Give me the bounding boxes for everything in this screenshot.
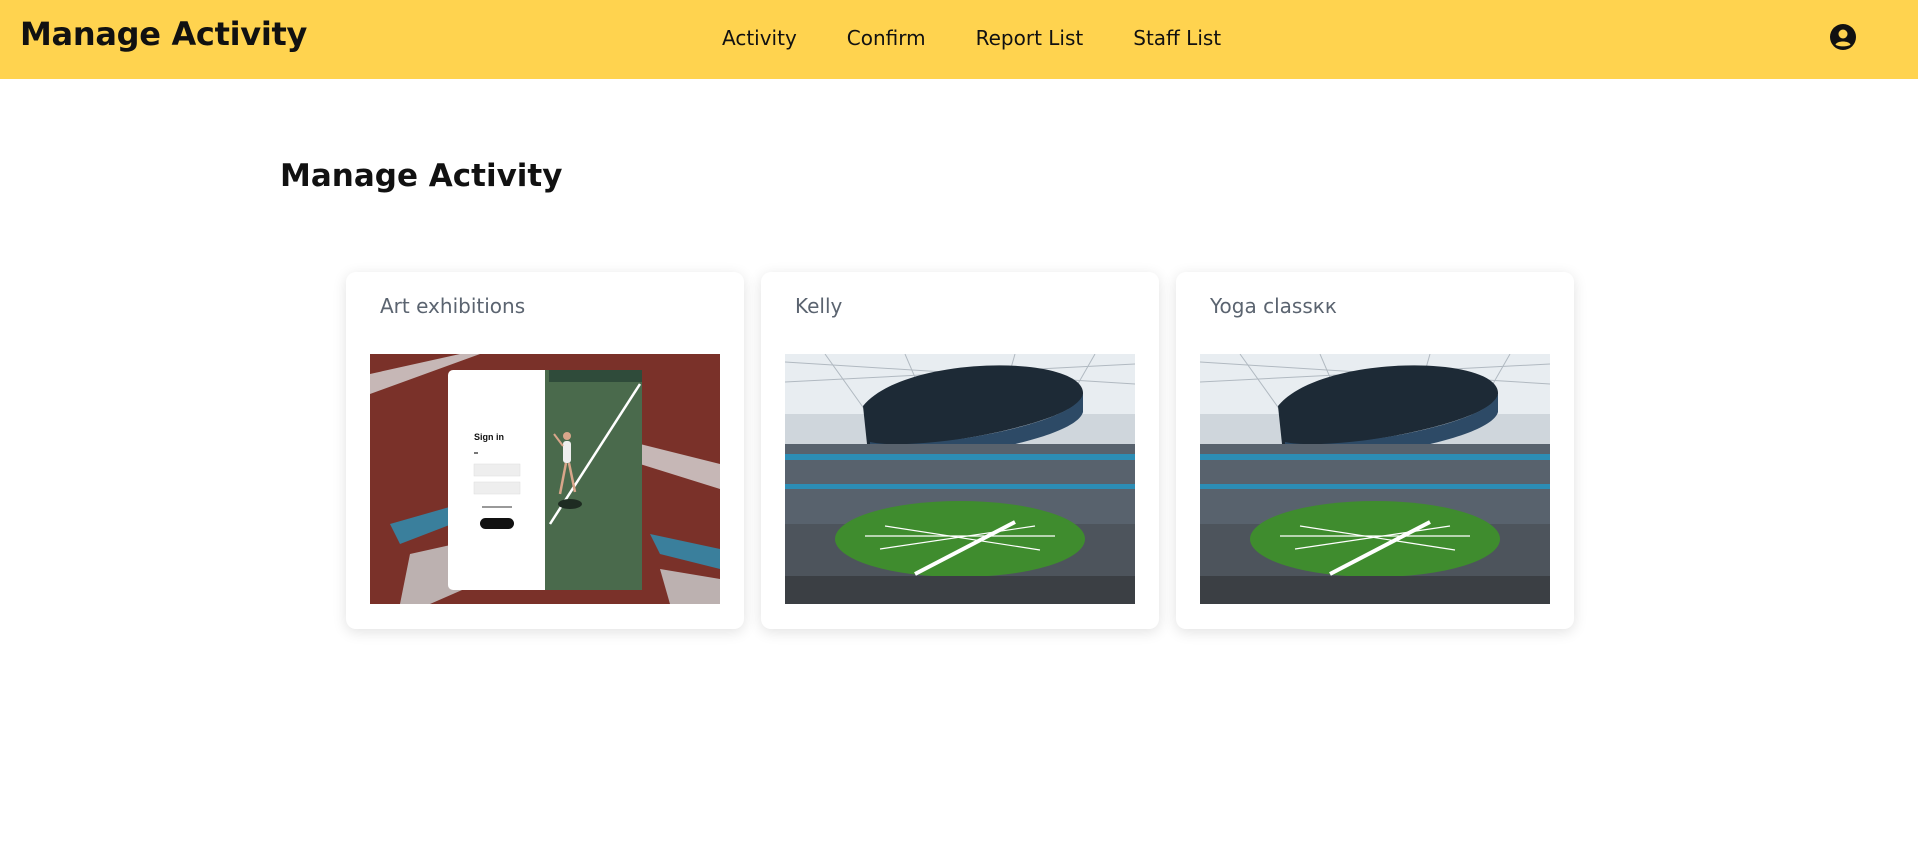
nav-report-list[interactable]: Report List xyxy=(976,24,1084,52)
activity-card-list: Art exhibitions Sign in Kelly Yoga class… xyxy=(346,272,1576,629)
nav-staff-list[interactable]: Staff List xyxy=(1133,24,1221,52)
activity-card[interactable]: Yoga classкк xyxy=(1176,272,1574,629)
activity-card-image xyxy=(785,354,1135,604)
user-circle-icon[interactable] xyxy=(1830,24,1856,50)
activity-card-image: Sign in xyxy=(370,354,720,604)
activity-card-title: Yoga classкк xyxy=(1210,294,1337,318)
nav-confirm[interactable]: Confirm xyxy=(847,24,926,52)
activity-card[interactable]: Art exhibitions Sign in xyxy=(346,272,744,629)
activity-card-title: Kelly xyxy=(795,294,843,318)
activity-card[interactable]: Kelly xyxy=(761,272,1159,629)
activity-card-image xyxy=(1200,354,1550,604)
page-title: Manage Activity xyxy=(280,158,563,194)
activity-card-title: Art exhibitions xyxy=(380,294,526,318)
app-title[interactable]: Manage Activity xyxy=(20,15,307,53)
thumbnail-sign-in-text: Sign in xyxy=(474,432,504,442)
main-nav: Activity Confirm Report List Staff List xyxy=(722,24,1271,52)
top-navbar: Manage Activity Activity Confirm Report … xyxy=(0,0,1918,79)
nav-activity[interactable]: Activity xyxy=(722,24,797,52)
